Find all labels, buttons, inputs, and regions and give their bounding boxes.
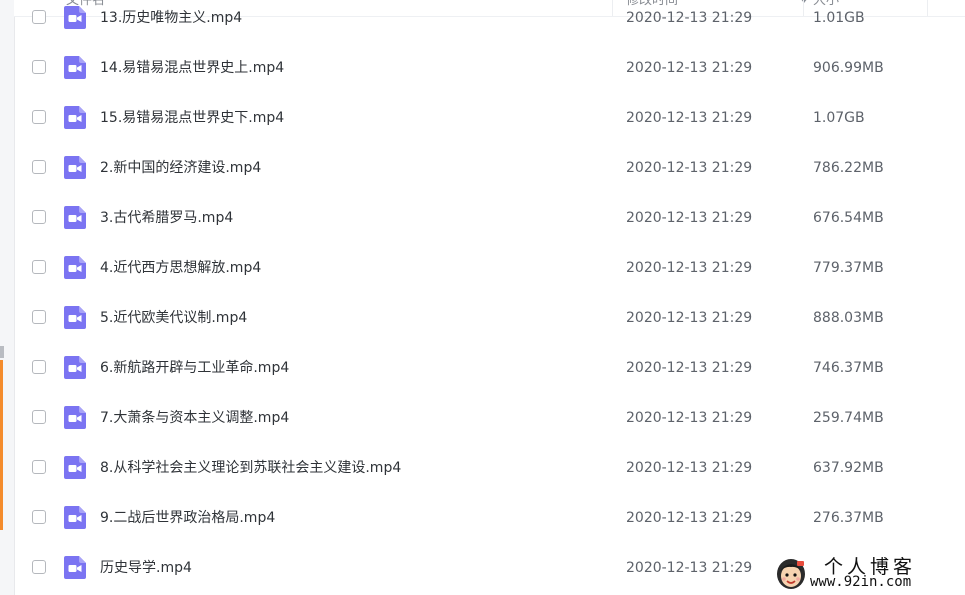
watermark: 个人博客 www.92in.com xyxy=(770,552,965,595)
video-file-icon xyxy=(64,556,86,579)
file-row[interactable]: 2.新中国的经济建设.mp4 2020-12-13 21:29 786.22MB xyxy=(14,143,965,193)
file-modified-time: 2020-12-13 21:29 xyxy=(626,510,753,526)
row-checkbox[interactable] xyxy=(32,310,46,324)
file-size: 1.01GB xyxy=(813,10,865,26)
file-name[interactable]: 15.易错易混点世界史下.mp4 xyxy=(100,93,284,143)
file-size: 888.03MB xyxy=(813,310,884,326)
row-checkbox[interactable] xyxy=(32,560,46,574)
file-modified-time: 2020-12-13 21:29 xyxy=(626,210,753,226)
file-size: 786.22MB xyxy=(813,160,884,176)
file-row[interactable]: 8.从科学社会主义理论到苏联社会主义建设.mp4 2020-12-13 21:29… xyxy=(14,443,965,493)
file-size: 637.92MB xyxy=(813,460,884,476)
file-row[interactable]: 5.近代欧美代议制.mp4 2020-12-13 21:29 888.03MB xyxy=(14,293,965,343)
file-name[interactable]: 8.从科学社会主义理论到苏联社会主义建设.mp4 xyxy=(100,443,401,493)
video-file-icon xyxy=(64,506,86,529)
file-modified-time: 2020-12-13 21:29 xyxy=(626,10,753,26)
row-checkbox[interactable] xyxy=(32,10,46,24)
file-name[interactable]: 14.易错易混点世界史上.mp4 xyxy=(100,43,284,93)
file-size: 259.74MB xyxy=(813,410,884,426)
row-checkbox[interactable] xyxy=(32,160,46,174)
row-checkbox[interactable] xyxy=(32,410,46,424)
sidebar-accent-bar xyxy=(0,360,3,530)
row-checkbox[interactable] xyxy=(32,60,46,74)
file-name[interactable]: 9.二战后世界政治格局.mp4 xyxy=(100,493,275,543)
file-row[interactable]: 6.新航路开辟与工业革命.mp4 2020-12-13 21:29 746.37MB xyxy=(14,343,965,393)
row-checkbox[interactable] xyxy=(32,260,46,274)
file-size: 779.37MB xyxy=(813,260,884,276)
file-modified-time: 2020-12-13 21:29 xyxy=(626,310,753,326)
file-size: 676.54MB xyxy=(813,210,884,226)
file-modified-time: 2020-12-13 21:29 xyxy=(626,110,753,126)
video-file-icon xyxy=(64,456,86,479)
file-size: 1.07GB xyxy=(813,110,865,126)
sidebar-scroll-marker xyxy=(0,346,4,358)
file-modified-time: 2020-12-13 21:29 xyxy=(626,360,753,376)
video-file-icon xyxy=(64,306,86,329)
video-file-icon xyxy=(64,6,86,29)
file-row[interactable]: 7.大萧条与资本主义调整.mp4 2020-12-13 21:29 259.74MB xyxy=(14,393,965,443)
file-modified-time: 2020-12-13 21:29 xyxy=(626,560,753,576)
watermark-url: www.92in.com xyxy=(810,574,912,590)
row-checkbox[interactable] xyxy=(32,460,46,474)
cartoon-logo-icon xyxy=(777,559,805,589)
file-name[interactable]: 6.新航路开辟与工业革命.mp4 xyxy=(100,343,289,393)
video-file-icon xyxy=(64,356,86,379)
file-row[interactable]: 14.易错易混点世界史上.mp4 2020-12-13 21:29 906.99MB xyxy=(14,43,965,93)
file-modified-time: 2020-12-13 21:29 xyxy=(626,260,753,276)
file-name[interactable]: 4.近代西方思想解放.mp4 xyxy=(100,243,261,293)
file-modified-time: 2020-12-13 21:29 xyxy=(626,410,753,426)
file-size: 276.37MB xyxy=(813,510,884,526)
row-checkbox[interactable] xyxy=(32,210,46,224)
file-name[interactable]: 2.新中国的经济建设.mp4 xyxy=(100,143,261,193)
file-modified-time: 2020-12-13 21:29 xyxy=(626,160,753,176)
file-modified-time: 2020-12-13 21:29 xyxy=(626,460,753,476)
file-size: 746.37MB xyxy=(813,360,884,376)
file-name[interactable]: 历史导学.mp4 xyxy=(100,543,192,593)
file-name[interactable]: 7.大萧条与资本主义调整.mp4 xyxy=(100,393,289,443)
file-row[interactable]: 15.易错易混点世界史下.mp4 2020-12-13 21:29 1.07GB xyxy=(14,93,965,143)
file-row[interactable]: 4.近代西方思想解放.mp4 2020-12-13 21:29 779.37MB xyxy=(14,243,965,293)
video-file-icon xyxy=(64,156,86,179)
video-file-icon xyxy=(64,106,86,129)
video-file-icon xyxy=(64,406,86,429)
file-row[interactable]: 13.历史唯物主义.mp4 2020-12-13 21:29 1.01GB xyxy=(14,0,965,43)
file-row[interactable]: 3.古代希腊罗马.mp4 2020-12-13 21:29 676.54MB xyxy=(14,193,965,243)
video-file-icon xyxy=(64,206,86,229)
file-list-window: 文件名 修改时间 大小 13.历史唯物主义.mp4 2020-12-13 21:2… xyxy=(0,0,965,595)
file-name[interactable]: 3.古代希腊罗马.mp4 xyxy=(100,193,233,243)
file-name[interactable]: 13.历史唯物主义.mp4 xyxy=(100,0,242,43)
row-checkbox[interactable] xyxy=(32,360,46,374)
file-row[interactable]: 9.二战后世界政治格局.mp4 2020-12-13 21:29 276.37MB xyxy=(14,493,965,543)
video-file-icon xyxy=(64,256,86,279)
file-name[interactable]: 5.近代欧美代议制.mp4 xyxy=(100,293,247,343)
file-size: 906.99MB xyxy=(813,60,884,76)
row-checkbox[interactable] xyxy=(32,110,46,124)
video-file-icon xyxy=(64,56,86,79)
file-modified-time: 2020-12-13 21:29 xyxy=(626,60,753,76)
row-checkbox[interactable] xyxy=(32,510,46,524)
